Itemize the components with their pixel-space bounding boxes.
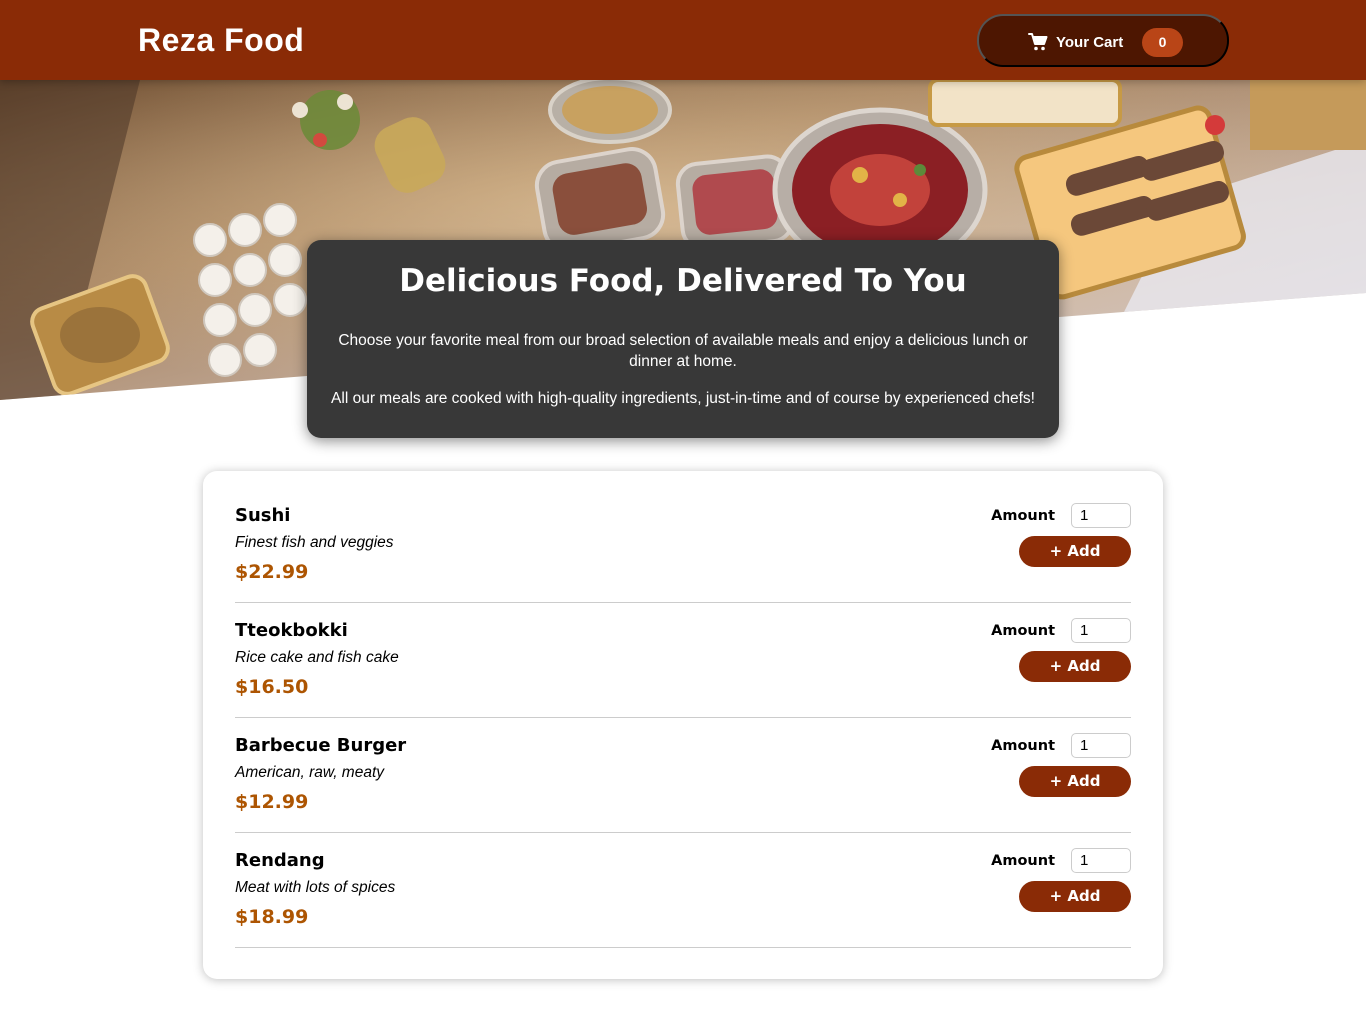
cart-count-badge: 0 [1142, 28, 1183, 57]
meal-price: $12.99 [235, 791, 309, 813]
meal-name: Rendang [235, 850, 325, 871]
meal-item-barbecue-burger: Barbecue Burger American, raw, meaty $12… [235, 718, 1131, 833]
meal-item-tteokbokki: Tteokbokki Rice cake and fish cake $16.5… [235, 603, 1131, 718]
add-to-cart-button[interactable]: + Add [1019, 881, 1131, 912]
cart-button[interactable]: Your Cart 0 [977, 14, 1229, 67]
meal-price: $22.99 [235, 561, 309, 583]
meal-item-rendang: Rendang Meat with lots of spices $18.99 … [235, 833, 1131, 948]
main-header: Reza Food Your Cart 0 [0, 0, 1366, 80]
brand-title: Reza Food [138, 22, 305, 58]
amount-label: Amount [991, 738, 1055, 754]
summary-paragraph-1: Choose your favorite meal from our broad… [338, 332, 1028, 370]
amount-input[interactable] [1071, 733, 1131, 758]
meal-name: Sushi [235, 505, 291, 526]
amount-label: Amount [991, 508, 1055, 524]
meal-description: Finest fish and veggies [235, 534, 394, 551]
summary-card: Delicious Food, Delivered To You Choose … [307, 240, 1059, 438]
summary-title: Delicious Food, Delivered To You [399, 263, 967, 299]
meal-name: Tteokbokki [235, 620, 348, 641]
shopping-cart-icon [1028, 32, 1048, 52]
amount-label: Amount [991, 623, 1055, 639]
add-to-cart-button[interactable]: + Add [1019, 536, 1131, 567]
meals-card: Sushi Finest fish and veggies $22.99 Amo… [203, 471, 1163, 979]
amount-input[interactable] [1071, 848, 1131, 873]
cart-label: Your Cart [1056, 34, 1124, 51]
meal-description: American, raw, meaty [235, 764, 385, 781]
meal-price: $18.99 [235, 906, 309, 928]
amount-input[interactable] [1071, 618, 1131, 643]
add-to-cart-button[interactable]: + Add [1019, 766, 1131, 797]
meal-description: Meat with lots of spices [235, 879, 396, 896]
amount-label: Amount [991, 853, 1055, 869]
meal-description: Rice cake and fish cake [235, 649, 399, 666]
amount-input[interactable] [1071, 503, 1131, 528]
meal-price: $16.50 [235, 676, 309, 698]
meal-name: Barbecue Burger [235, 735, 407, 756]
meal-item-sushi: Sushi Finest fish and veggies $22.99 Amo… [235, 488, 1131, 603]
meal-list: Sushi Finest fish and veggies $22.99 Amo… [235, 488, 1131, 948]
summary-paragraph-2: All our meals are cooked with high-quali… [331, 390, 1035, 407]
add-to-cart-button[interactable]: + Add [1019, 651, 1131, 682]
